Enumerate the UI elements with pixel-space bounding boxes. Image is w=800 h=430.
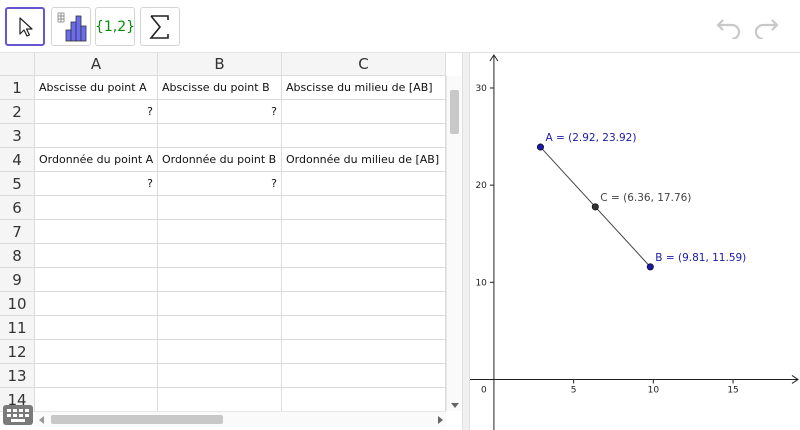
scroll-left-arrow-icon[interactable] <box>39 416 44 424</box>
spreadsheet-view: A B C 1 Abscisse du point A Abscisse du po… <box>0 53 462 430</box>
row-header[interactable]: 1 <box>0 76 35 100</box>
spreadsheet-cell-a4[interactable]: Ordonnée du point A <box>35 148 158 172</box>
spreadsheet-cell-b8[interactable] <box>158 244 282 268</box>
spreadsheet-cell-a1[interactable]: Abscisse du point A <box>35 76 158 100</box>
point-a-label[interactable]: A = (2.92, 23.92) <box>545 132 636 144</box>
spreadsheet-cell-c13[interactable] <box>282 364 446 388</box>
point-b-label[interactable]: B = (9.81, 11.59) <box>655 252 746 264</box>
graphics-view[interactable]: 0 5 10 15 10 20 30 A = (2.92, 23.92) B = (9.81, … <box>470 53 800 430</box>
row-header[interactable]: 4 <box>0 148 35 172</box>
spreadsheet-cell-a2[interactable]: ? <box>35 100 158 124</box>
spreadsheet-cell-a6[interactable] <box>35 196 158 220</box>
spreadsheet-cell-b3[interactable] <box>158 124 282 148</box>
spreadsheet-cell-c10[interactable] <box>282 292 446 316</box>
spreadsheet-cell-c9[interactable] <box>282 268 446 292</box>
y-tick-label: 20 <box>475 181 487 191</box>
spreadsheet-cell-a7[interactable] <box>35 220 158 244</box>
spreadsheet-cell-c3[interactable] <box>282 124 446 148</box>
x-tick-label: 10 <box>648 385 660 395</box>
row-header[interactable]: 12 <box>0 340 35 364</box>
x-tick-label: 15 <box>727 385 738 395</box>
spreadsheet-corner[interactable] <box>0 53 35 76</box>
row-header[interactable]: 9 <box>0 268 35 292</box>
undo-button[interactable] <box>714 14 744 40</box>
spreadsheet-cell-b7[interactable] <box>158 220 282 244</box>
column-header-b[interactable]: B <box>158 53 282 76</box>
spreadsheet-cell-c7[interactable] <box>282 220 446 244</box>
x-tick-label: 0 <box>481 385 487 395</box>
sigma-icon <box>149 14 169 39</box>
spreadsheet-cell-b4[interactable]: Ordonnée du point B <box>158 148 282 172</box>
y-tick-label: 30 <box>475 84 487 94</box>
spreadsheet-cell-b13[interactable] <box>158 364 282 388</box>
vertical-scrollbar[interactable] <box>446 76 462 411</box>
spreadsheet-cell-b11[interactable] <box>158 316 282 340</box>
sum-button[interactable] <box>140 7 180 46</box>
spreadsheet-cell-b2[interactable]: ? <box>158 100 282 124</box>
spreadsheet-cell-b10[interactable] <box>158 292 282 316</box>
x-tick-label: 5 <box>571 385 577 395</box>
spreadsheet-cell-a10[interactable] <box>35 292 158 316</box>
keyboard-icon[interactable] <box>3 405 33 425</box>
row-header[interactable]: 8 <box>0 244 35 268</box>
spreadsheet-cell-c5[interactable] <box>282 172 446 196</box>
one-variable-analysis-button[interactable] <box>51 7 91 46</box>
create-list-button[interactable]: {1,2} <box>95 7 135 46</box>
redo-button[interactable] <box>751 14 781 40</box>
move-tool-button[interactable] <box>5 7 45 46</box>
view-divider[interactable] <box>462 53 470 430</box>
row-header[interactable]: 2 <box>0 100 35 124</box>
row-header[interactable]: 3 <box>0 124 35 148</box>
point-b[interactable] <box>646 263 654 271</box>
column-header-a[interactable]: A <box>35 53 158 76</box>
spreadsheet-cell-c14[interactable] <box>282 388 446 412</box>
point-c[interactable] <box>591 203 599 211</box>
spreadsheet-cell-a12[interactable] <box>35 340 158 364</box>
spreadsheet-cell-a3[interactable] <box>35 124 158 148</box>
row-header[interactable]: 11 <box>0 316 35 340</box>
spreadsheet-cell-a8[interactable] <box>35 244 158 268</box>
y-tick-label: 10 <box>475 278 487 288</box>
spreadsheet-cell-c1[interactable]: Abscisse du milieu de [AB] <box>282 76 446 100</box>
graphics-canvas[interactable]: 0 5 10 15 10 20 30 A = (2.92, 23.92) B = (9.81, … <box>470 53 800 430</box>
spreadsheet-cell-a5[interactable]: ? <box>35 172 158 196</box>
scroll-right-arrow-icon[interactable] <box>438 416 443 424</box>
spreadsheet-cell-c2[interactable] <box>282 100 446 124</box>
row-header[interactable]: 5 <box>0 172 35 196</box>
spreadsheet-cell-c12[interactable] <box>282 340 446 364</box>
spreadsheet-cell-b14[interactable] <box>158 388 282 412</box>
spreadsheet-cell-b1[interactable]: Abscisse du point B <box>158 76 282 100</box>
spreadsheet-cell-a9[interactable] <box>35 268 158 292</box>
redo-icon <box>754 19 779 39</box>
spreadsheet-cell-b12[interactable] <box>158 340 282 364</box>
spreadsheet-cell-b6[interactable] <box>158 196 282 220</box>
point-a[interactable] <box>536 143 544 151</box>
horizontal-scroll-thumb[interactable] <box>51 415 223 424</box>
row-header[interactable]: 6 <box>0 196 35 220</box>
cursor-arrow-icon <box>19 16 33 37</box>
point-c-label[interactable]: C = (6.36, 17.76) <box>600 192 691 204</box>
undo-icon <box>716 19 741 39</box>
toolbar: {1,2} <box>0 0 800 53</box>
spreadsheet-cell-c6[interactable] <box>282 196 446 220</box>
row-header[interactable]: 10 <box>0 292 35 316</box>
row-header[interactable]: 13 <box>0 364 35 388</box>
spreadsheet-cell-b5[interactable]: ? <box>158 172 282 196</box>
row-header[interactable]: 7 <box>0 220 35 244</box>
spreadsheet-cell-a13[interactable] <box>35 364 158 388</box>
spreadsheet-cell-b9[interactable] <box>158 268 282 292</box>
scroll-down-arrow-icon[interactable] <box>451 403 459 408</box>
histogram-icon <box>57 12 87 41</box>
spreadsheet-cell-c11[interactable] <box>282 316 446 340</box>
spreadsheet-cell-a11[interactable] <box>35 316 158 340</box>
spreadsheet-cell-a14[interactable] <box>35 388 158 412</box>
column-header-c[interactable]: C <box>282 53 446 76</box>
list-braces-icon: {1,2} <box>94 18 136 35</box>
horizontal-scrollbar[interactable] <box>35 411 446 427</box>
vertical-scroll-thumb[interactable] <box>450 90 459 134</box>
geogebra-app: {1,2} A B C 1 Abscisse du point A Abscisse… <box>0 0 800 430</box>
spreadsheet-cell-c8[interactable] <box>282 244 446 268</box>
spreadsheet-cell-c4[interactable]: Ordonnée du milieu de [AB] <box>282 148 446 172</box>
